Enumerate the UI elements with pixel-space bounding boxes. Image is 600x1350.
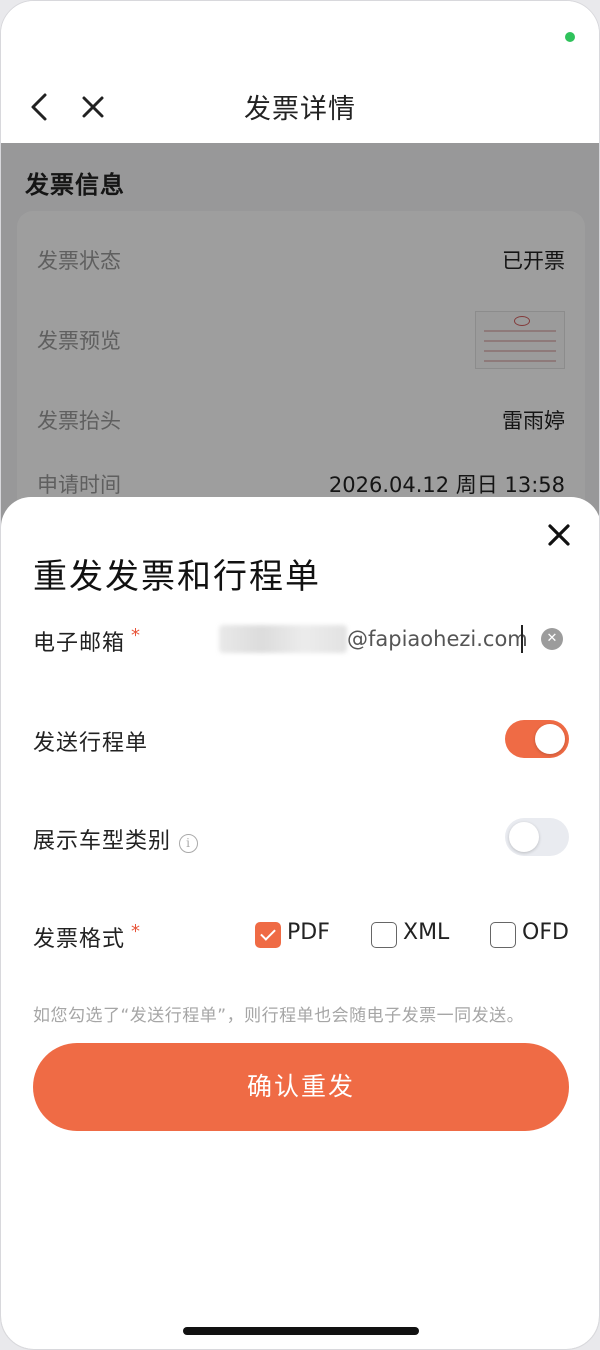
show-car-type-label-text: 展示车型类别 xyxy=(33,829,172,854)
clear-input-icon[interactable]: ✕ xyxy=(541,628,563,650)
show-car-type-row: 展示车型类别 i xyxy=(33,813,569,863)
resend-bottom-sheet: 重发发票和行程单 电子邮箱* ✕ 发送行程单 展示车型类别i xyxy=(1,497,599,1349)
show-car-type-label: 展示车型类别 i xyxy=(33,823,199,855)
format-option-xml[interactable]: XML xyxy=(371,919,455,951)
ofd-checkbox[interactable] xyxy=(490,922,516,948)
xml-label: XML xyxy=(403,920,450,945)
send-itinerary-label: 发送行程单 xyxy=(33,731,149,756)
invoice-format-row: 发票格式 * PDF XML OFD xyxy=(33,911,569,961)
close-icon[interactable] xyxy=(543,519,575,551)
email-label: 电子邮箱 * xyxy=(33,625,141,657)
show-car-type-toggle[interactable] xyxy=(505,818,569,856)
pdf-label: PDF xyxy=(287,920,330,945)
invoice-format-label-text: 发票格式 xyxy=(33,927,126,952)
home-indicator[interactable] xyxy=(183,1327,419,1335)
hint-text: 如您勾选了“发送行程单”，则行程单也会随电子发票一同发送。 xyxy=(33,1006,525,1026)
format-option-pdf[interactable]: PDF xyxy=(255,919,335,951)
required-mark: * xyxy=(131,921,142,942)
confirm-resend-button[interactable]: 确认重发 xyxy=(33,1043,569,1131)
status-bar xyxy=(1,1,599,71)
invoice-format-label: 发票格式 * xyxy=(33,921,141,953)
email-label-text: 电子邮箱 xyxy=(33,631,126,656)
email-field[interactable]: ✕ xyxy=(213,617,569,661)
format-option-ofd[interactable]: OFD xyxy=(490,919,570,951)
ofd-label: OFD xyxy=(522,920,569,945)
text-caret xyxy=(521,625,523,653)
required-mark: * xyxy=(131,625,142,646)
email-input[interactable] xyxy=(347,621,527,657)
phone-screen: 发票详情 发票信息 发票状态 已开票 发票预览 发票抬头 雷雨婷 申请时间 20… xyxy=(0,0,600,1350)
email-redacted-part xyxy=(219,625,347,653)
toggle-knob xyxy=(509,822,539,852)
toggle-knob xyxy=(535,724,565,754)
info-icon[interactable]: i xyxy=(179,834,199,853)
pdf-checkbox[interactable] xyxy=(255,922,281,948)
email-row: 电子邮箱* ✕ xyxy=(33,615,569,665)
send-itinerary-toggle[interactable] xyxy=(505,720,569,758)
nav-bar: 发票详情 xyxy=(1,71,599,143)
xml-checkbox[interactable] xyxy=(371,922,397,948)
status-indicator-dot xyxy=(565,32,575,42)
sheet-title: 重发发票和行程单 xyxy=(33,557,321,597)
page-title: 发票详情 xyxy=(244,94,356,125)
send-itinerary-row: 发送行程单 xyxy=(33,715,569,765)
